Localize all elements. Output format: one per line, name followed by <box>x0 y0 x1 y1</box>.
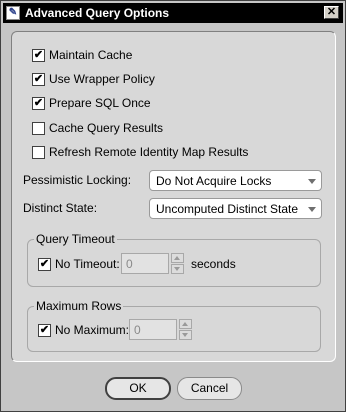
timeout-unit-label: seconds <box>191 257 236 271</box>
maximum-rows-spinner[interactable] <box>179 319 192 340</box>
cache-query-results-label: Cache Query Results <box>49 121 164 135</box>
pessimistic-locking-value: Do Not Acquire Locks <box>156 174 272 188</box>
maximum-rows-group: Maximum Rows ✔ No Maximum: 0 <box>27 299 321 352</box>
close-button[interactable]: ✕ <box>324 6 339 19</box>
spin-down-icon[interactable] <box>171 264 184 274</box>
use-wrapper-policy-checkbox[interactable]: ✔ <box>32 73 45 86</box>
timeout-value: 0 <box>126 257 133 271</box>
refresh-remote-label: Refresh Remote Identity Map Results <box>49 145 249 159</box>
options-panel: ✔ Maintain Cache ✔ Use Wrapper Policy ✔ … <box>11 31 336 362</box>
window-title: Advanced Query Options <box>25 6 170 20</box>
maximum-rows-value: 0 <box>134 323 141 337</box>
distinct-state-label: Distinct State: <box>23 201 98 215</box>
use-wrapper-policy-label: Use Wrapper Policy <box>49 72 155 86</box>
chevron-down-icon <box>308 179 316 184</box>
ok-button[interactable]: OK <box>105 377 171 400</box>
prepare-sql-once-label: Prepare SQL Once <box>49 96 151 110</box>
distinct-state-value: Uncomputed Distinct State <box>156 202 299 216</box>
spin-up-icon[interactable] <box>179 319 192 329</box>
timeout-spinner[interactable] <box>171 253 184 274</box>
chevron-down-icon <box>308 207 316 212</box>
no-maximum-label: No Maximum: <box>55 323 130 337</box>
dialog-window: ✎ Advanced Query Options ✕ ✔ Maintain Ca… <box>0 0 346 412</box>
spin-down-icon[interactable] <box>179 330 192 340</box>
app-icon: ✎ <box>6 6 20 20</box>
prepare-sql-once-checkbox[interactable]: ✔ <box>32 97 45 110</box>
pessimistic-locking-label: Pessimistic Locking: <box>23 173 132 187</box>
no-timeout-label: No Timeout: <box>55 257 120 271</box>
distinct-state-select[interactable]: Uncomputed Distinct State <box>149 198 322 219</box>
no-maximum-checkbox[interactable]: ✔ <box>38 324 51 337</box>
maintain-cache-checkbox[interactable]: ✔ <box>32 49 45 62</box>
cancel-button[interactable]: Cancel <box>177 377 242 400</box>
timeout-input[interactable]: 0 <box>121 253 169 274</box>
maximum-rows-input[interactable]: 0 <box>129 319 177 340</box>
maintain-cache-label: Maintain Cache <box>49 48 133 62</box>
pessimistic-locking-select[interactable]: Do Not Acquire Locks <box>149 170 322 191</box>
no-timeout-checkbox[interactable]: ✔ <box>38 258 51 271</box>
cache-query-results-checkbox[interactable] <box>32 122 45 135</box>
refresh-remote-checkbox[interactable] <box>32 146 45 159</box>
spin-up-icon[interactable] <box>171 253 184 263</box>
title-bar[interactable]: ✎ Advanced Query Options ✕ <box>3 3 343 23</box>
query-timeout-title: Query Timeout <box>34 232 117 246</box>
maximum-rows-title: Maximum Rows <box>34 299 124 313</box>
query-timeout-group: Query Timeout ✔ No Timeout: 0 seconds <box>27 232 321 287</box>
